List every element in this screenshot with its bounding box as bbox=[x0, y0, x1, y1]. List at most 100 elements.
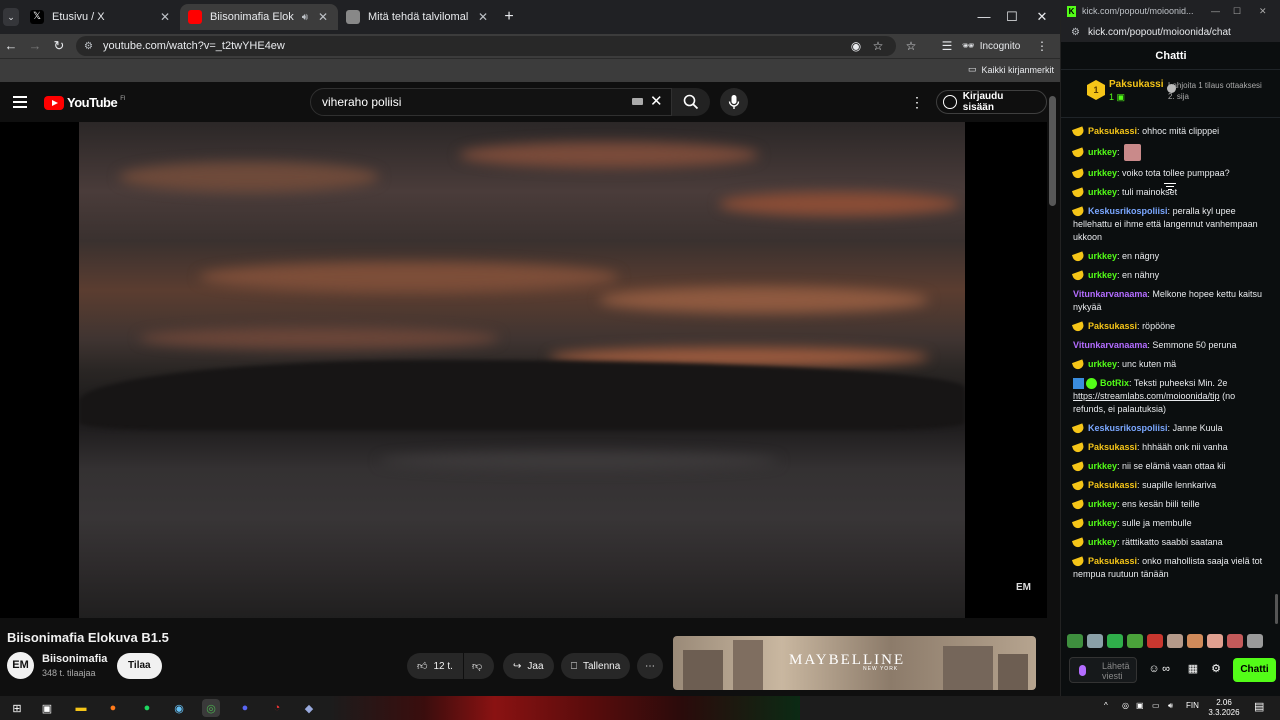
chat-scrollbar[interactable] bbox=[1275, 594, 1278, 624]
emote-icon[interactable] bbox=[1107, 634, 1123, 648]
signin-button[interactable]: Kirjaudu sisään bbox=[936, 90, 1047, 114]
audio-playing-icon[interactable]: 🔊︎ bbox=[302, 12, 308, 23]
close-window-icon[interactable]: ✕ bbox=[1033, 8, 1051, 26]
menu-icon[interactable] bbox=[13, 96, 27, 108]
chat-username[interactable]: urkkey bbox=[1088, 499, 1117, 509]
system-clock[interactable]: 2.06 3.3.2026 bbox=[1204, 698, 1244, 718]
tray-icon[interactable]: ▣ bbox=[1136, 701, 1144, 710]
voice-search-button[interactable] bbox=[720, 88, 748, 116]
chat-username[interactable]: urkkey bbox=[1088, 461, 1117, 471]
steam-icon[interactable]: ◉ bbox=[170, 699, 188, 717]
chat-message[interactable]: urkkey: nii se elämä vaan ottaa kii bbox=[1061, 457, 1275, 476]
emote-icon[interactable] bbox=[1247, 634, 1263, 648]
chat-message[interactable]: urkkey: tuli mainokset bbox=[1061, 183, 1275, 202]
emote-icon[interactable] bbox=[1227, 634, 1243, 648]
chat-message[interactable]: Paksukassi: onko mahollista saaja vielä … bbox=[1061, 552, 1275, 584]
all-bookmarks-button[interactable]: ▭ Kaikki kirjanmerkit bbox=[968, 64, 1054, 75]
channel-avatar[interactable]: EM bbox=[7, 652, 34, 679]
chat-message[interactable]: BotRix: Teksti puheeksi Min. 2e https://… bbox=[1061, 374, 1275, 419]
chat-message[interactable]: Paksukassi: suapille lennkariva bbox=[1061, 476, 1275, 495]
emote-icon[interactable] bbox=[1087, 634, 1103, 648]
page-scrollbar-thumb[interactable] bbox=[1049, 96, 1056, 206]
store-icon[interactable]: ▦ bbox=[1186, 662, 1200, 676]
tab-youtube[interactable]: Biisonimafia Elokuva B1.5 - 🔊︎ ✕ bbox=[180, 4, 338, 30]
chat-username[interactable]: Paksukassi bbox=[1088, 556, 1137, 566]
search-input[interactable]: viheraho poliisi bbox=[310, 88, 672, 116]
chat-message[interactable]: urkkey: unc kuten mä bbox=[1061, 355, 1275, 374]
network-icon[interactable]: ▭ bbox=[1152, 701, 1160, 710]
bookmark-star-icon[interactable]: ☆ bbox=[870, 38, 886, 54]
emote-icon[interactable] bbox=[1187, 634, 1203, 648]
eye-off-icon[interactable]: ◉ bbox=[848, 38, 864, 54]
microphone-icon[interactable] bbox=[1079, 665, 1086, 676]
popup-address-bar[interactable]: ⚙ kick.com/popout/moioonida/chat bbox=[1061, 22, 1280, 42]
chat-messages[interactable]: Paksukassi: ohhoc mitä clipppei urkkey: u… bbox=[1061, 122, 1275, 628]
settings-menu-icon[interactable]: ⋮ bbox=[910, 94, 924, 110]
chat-username[interactable]: Keskusrikospoliisi bbox=[1088, 206, 1168, 216]
chat-username[interactable]: urkkey bbox=[1088, 270, 1117, 280]
chat-username[interactable]: urkkey bbox=[1088, 187, 1117, 197]
browser-menu-icon[interactable]: ⋮ bbox=[1034, 38, 1050, 54]
address-bar[interactable]: ⚙ youtube.com/watch?v=_t2twYHE4ew bbox=[76, 36, 896, 56]
chat-input[interactable]: Lähetä viesti bbox=[1069, 657, 1137, 683]
search-button[interactable] bbox=[672, 88, 710, 116]
chat-username[interactable]: urkkey bbox=[1088, 251, 1117, 261]
task-view-icon[interactable]: ▣ bbox=[38, 699, 56, 717]
reload-icon[interactable]: ↻ bbox=[50, 37, 68, 55]
chat-message[interactable]: Vitunkarvanaama: Melkone hopee kettu kai… bbox=[1061, 285, 1275, 317]
subscribe-button[interactable]: Tilaa bbox=[117, 653, 162, 679]
windows-start-icon[interactable]: ⊞ bbox=[8, 699, 26, 717]
emote-icon[interactable] bbox=[1167, 634, 1183, 648]
chat-username[interactable]: urkkey bbox=[1088, 537, 1117, 547]
chat-message[interactable]: urkkey: voiko tota tollee pumppaa? bbox=[1061, 164, 1275, 183]
tray-overflow-icon[interactable]: ^ bbox=[1104, 701, 1108, 710]
chat-message[interactable]: Keskusrikospoliisi: peralla kyl upee hel… bbox=[1061, 202, 1275, 247]
chat-message[interactable]: urkkey: ens kesän biili teille bbox=[1061, 495, 1275, 514]
people-icon[interactable]: ∞ bbox=[1159, 662, 1173, 676]
back-icon[interactable]: ← bbox=[2, 37, 20, 55]
clear-search-icon[interactable]: ✕ bbox=[650, 92, 663, 110]
chrome-icon[interactable]: ◎ bbox=[202, 699, 220, 717]
extensions-icon[interactable]: ☆ bbox=[903, 38, 919, 54]
site-info-icon[interactable]: ⚙ bbox=[1071, 27, 1080, 38]
chat-username[interactable]: urkkey bbox=[1088, 518, 1117, 528]
chat-link[interactable]: https://streamlabs.com/moioonida/tip bbox=[1073, 391, 1220, 401]
chat-message[interactable]: urkkey: rätttikatto saabbi saatana bbox=[1061, 533, 1275, 552]
obs-icon[interactable]: ◔ bbox=[268, 699, 286, 717]
emote-icon[interactable] bbox=[1127, 634, 1143, 648]
video-frame[interactable] bbox=[79, 122, 965, 618]
ad-banner[interactable]: MAYBELLINE NEW YORK bbox=[673, 636, 1036, 690]
notifications-icon[interactable]: ▤ bbox=[1254, 700, 1264, 713]
close-tab-icon[interactable]: ✕ bbox=[158, 10, 172, 24]
file-explorer-icon[interactable]: ▬ bbox=[72, 699, 90, 717]
chat-message[interactable]: urkkey: en nähny bbox=[1061, 266, 1275, 285]
chat-message[interactable]: urkkey: bbox=[1061, 141, 1275, 164]
minimize-icon[interactable]: — bbox=[1211, 6, 1220, 16]
chat-message[interactable]: Paksukassi: hhhääh onk nii vanha bbox=[1061, 438, 1275, 457]
input-language[interactable]: FIN bbox=[1186, 701, 1199, 710]
share-button[interactable]: ↪ Jaa bbox=[503, 653, 554, 679]
chat-username[interactable]: Paksukassi bbox=[1088, 321, 1137, 331]
tray-icon[interactable]: ◎ bbox=[1122, 701, 1129, 710]
chat-username[interactable]: Paksukassi bbox=[1088, 442, 1137, 452]
discord-icon[interactable]: ● bbox=[236, 699, 254, 717]
more-actions-button[interactable]: ⋯ bbox=[637, 653, 663, 679]
chat-message[interactable]: Vitunkarvanaama: Semmone 50 peruna bbox=[1061, 336, 1275, 355]
chat-username[interactable]: urkkey bbox=[1088, 168, 1117, 178]
chat-username[interactable]: Vitunkarvanaama bbox=[1073, 340, 1147, 350]
chat-message[interactable]: Keskusrikospoliisi: Janne Kuula bbox=[1061, 419, 1275, 438]
chat-message[interactable]: urkkey: sulle ja membulle bbox=[1061, 514, 1275, 533]
spotify-icon[interactable]: ● bbox=[138, 699, 156, 717]
reading-list-icon[interactable]: ☰ bbox=[939, 38, 955, 54]
maximize-icon[interactable]: ☐ bbox=[1233, 6, 1241, 17]
chat-username[interactable]: urkkey bbox=[1088, 147, 1117, 157]
chat-message[interactable]: Paksukassi: röpööne bbox=[1061, 317, 1275, 336]
send-chat-button[interactable]: Chatti bbox=[1233, 658, 1276, 682]
close-tab-icon[interactable]: ✕ bbox=[476, 10, 490, 24]
keyboard-icon[interactable] bbox=[632, 98, 643, 105]
close-tab-icon[interactable]: ✕ bbox=[316, 10, 330, 24]
chat-username[interactable]: urkkey bbox=[1088, 359, 1117, 369]
emote-icon[interactable] bbox=[1207, 634, 1223, 648]
youtube-logo[interactable]: YouTube FI bbox=[44, 95, 126, 110]
tab-x[interactable]: 𝕏 Etusivu / X ✕ bbox=[22, 4, 180, 30]
